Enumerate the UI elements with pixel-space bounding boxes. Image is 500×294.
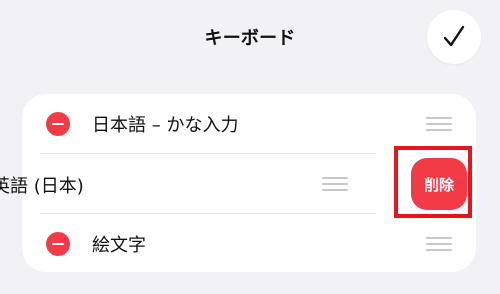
drag-handle-icon[interactable] (426, 117, 452, 131)
minus-circle-icon[interactable] (46, 232, 70, 256)
list-item-emoji[interactable]: 絵文字 (22, 214, 476, 274)
done-button[interactable] (427, 10, 481, 64)
list-item-label: 絵文字 (92, 235, 146, 256)
minus-circle-icon[interactable] (46, 112, 70, 136)
list-item-english-japan[interactable]: 英語 (日本) (0, 154, 376, 214)
delete-button[interactable]: 削除 (411, 158, 467, 210)
list-item-japanese-kana[interactable]: 日本語 – かな入力 (22, 94, 476, 154)
drag-handle-icon[interactable] (426, 237, 452, 251)
checkmark-icon (443, 25, 465, 47)
list-item-label: 日本語 – かな入力 (92, 115, 239, 136)
list-item-label: 英語 (日本) (0, 176, 84, 197)
nav-title: キーボード (204, 28, 296, 49)
drag-handle-icon[interactable] (322, 177, 348, 191)
